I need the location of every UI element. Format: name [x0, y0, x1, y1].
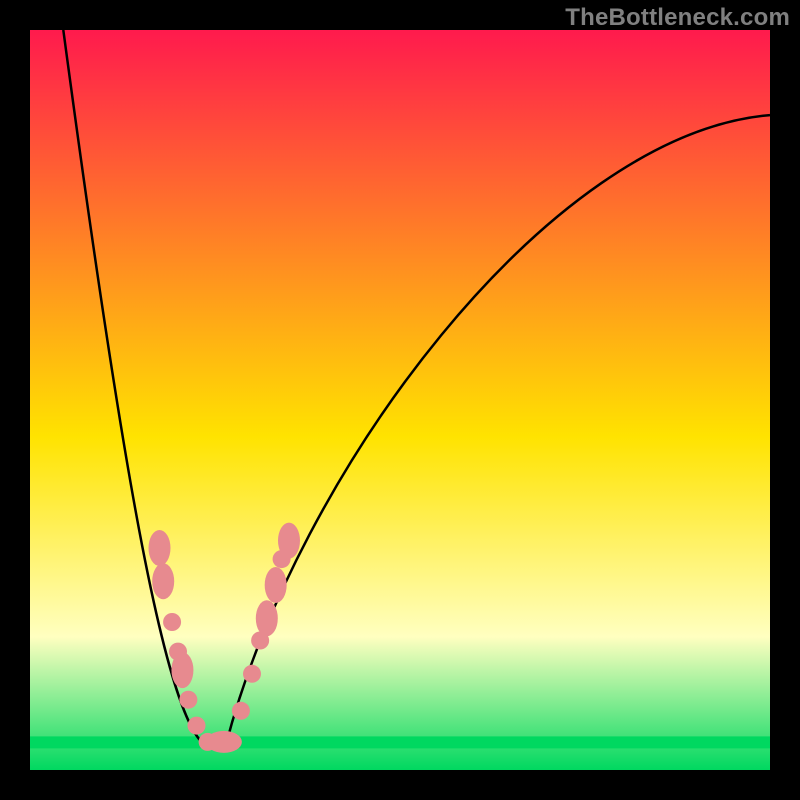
marker-point	[256, 600, 278, 636]
marker-point	[278, 523, 300, 559]
watermark-text: TheBottleneck.com	[565, 4, 790, 32]
bottleneck-chart-svg	[30, 30, 770, 770]
marker-point	[179, 691, 197, 709]
marker-point	[163, 613, 181, 631]
marker-point	[149, 530, 171, 566]
green-accent-stripe	[30, 736, 770, 748]
marker-point	[206, 731, 242, 753]
marker-point	[152, 563, 174, 599]
chart-frame: TheBottleneck.com	[0, 0, 800, 800]
marker-point	[232, 702, 250, 720]
gradient-background	[30, 30, 770, 770]
marker-point	[188, 717, 206, 735]
plot-area	[30, 30, 770, 770]
marker-point	[265, 567, 287, 603]
marker-point	[171, 652, 193, 688]
marker-point	[243, 665, 261, 683]
